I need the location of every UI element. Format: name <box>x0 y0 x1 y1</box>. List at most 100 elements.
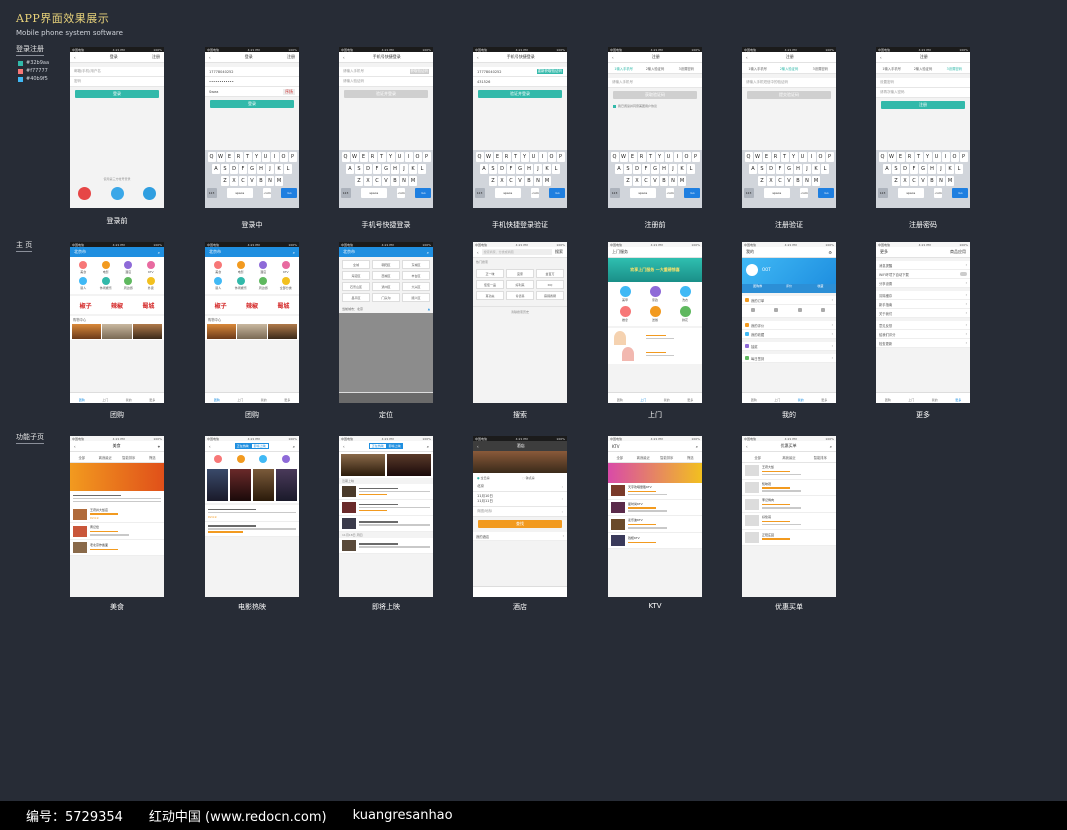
key[interactable]: I <box>941 152 950 162</box>
key[interactable]: B <box>660 176 668 186</box>
key[interactable]: P <box>825 152 834 162</box>
key[interactable]: V <box>382 176 390 186</box>
settings-row[interactable]: 消息提醒 › <box>876 261 970 270</box>
key[interactable]: L <box>284 164 292 174</box>
key[interactable]: C <box>776 176 784 186</box>
filter-item[interactable]: 全部 <box>742 455 773 460</box>
order-icon[interactable] <box>774 308 779 312</box>
search-icon[interactable]: ⌕ <box>293 444 295 449</box>
key[interactable]: I <box>270 152 279 162</box>
filter-item[interactable]: 离我最近 <box>632 455 656 460</box>
key[interactable]: B <box>794 176 802 186</box>
tab-groupbuy[interactable]: 团购 <box>742 393 766 403</box>
key[interactable]: P <box>288 152 297 162</box>
tab-mine[interactable]: 我的 <box>117 393 141 403</box>
key[interactable]: N <box>937 176 945 186</box>
category-item[interactable] <box>207 455 230 464</box>
key[interactable]: K <box>812 164 820 174</box>
key[interactable]: V <box>651 176 659 186</box>
key[interactable]: A <box>480 164 488 174</box>
key[interactable]: G <box>516 164 524 174</box>
key[interactable]: W <box>619 152 628 162</box>
key[interactable]: N <box>266 176 274 186</box>
category-item[interactable]: 周边游 <box>117 277 140 290</box>
key[interactable]: Y <box>923 152 932 162</box>
district-chip[interactable]: 通州区 <box>372 282 400 291</box>
key[interactable]: Y <box>386 152 395 162</box>
category-item[interactable]: 休闲娱乐 <box>95 277 118 290</box>
filter-item[interactable]: 智能排序 <box>805 455 836 460</box>
key[interactable]: H <box>928 164 936 174</box>
shop-row[interactable]: 正阳庄园 <box>742 529 836 546</box>
key[interactable]: U <box>932 152 941 162</box>
search-icon[interactable]: ⌕ <box>830 444 832 449</box>
city-selector[interactable]: 北京市 <box>209 249 221 255</box>
tab-more[interactable]: 更多 <box>813 393 837 403</box>
key[interactable]: B <box>391 176 399 186</box>
key[interactable]: X <box>230 176 238 186</box>
tab-groupbuy[interactable]: 团购 <box>876 393 900 403</box>
key[interactable]: V <box>785 176 793 186</box>
password-field[interactable]: •••••••••••• <box>205 77 299 87</box>
hot-search-chip[interactable]: 正一味 <box>476 269 504 278</box>
district-chip[interactable]: 海淀区 <box>342 271 370 280</box>
key[interactable]: S <box>758 164 766 174</box>
key[interactable]: A <box>346 164 354 174</box>
tab-mine[interactable]: 我的 <box>252 393 276 403</box>
key[interactable]: O <box>950 152 959 162</box>
back-icon[interactable]: ‹ <box>74 444 76 449</box>
key[interactable]: J <box>534 164 542 174</box>
category-item[interactable]: 周边游 <box>252 277 275 290</box>
get-code-button[interactable]: 获取验证码 <box>409 69 429 74</box>
menu-row[interactable]: 我的评价 › <box>742 321 836 330</box>
district-chip[interactable]: 大兴区 <box>402 282 430 291</box>
agreement[interactable]: 我已阅读并同意美团用户协议 <box>608 102 702 110</box>
tab-home-service[interactable]: 上门 <box>229 393 253 403</box>
keyboard[interactable]: QWERTYUIOPASDFGHJKLZXCVBNM 123 space .com G… <box>205 150 299 208</box>
tab-now-showing[interactable]: 正在热映 <box>234 443 251 449</box>
tab-home-service[interactable]: 上门 <box>94 393 118 403</box>
key[interactable]: U <box>798 152 807 162</box>
category-item[interactable]: 丽人 <box>72 277 95 290</box>
district-chip[interactable]: 东城区 <box>402 260 430 269</box>
tab-home-service[interactable]: 上门 <box>632 393 656 403</box>
hot-search-chip[interactable]: 金百万 <box>536 269 564 278</box>
tab-coming-soon[interactable]: 即将上映 <box>250 443 269 449</box>
back-icon[interactable]: ‹ <box>74 55 76 60</box>
category-item[interactable]: 酒店 <box>117 261 140 274</box>
key[interactable]: G <box>382 164 390 174</box>
code-field[interactable]: 431526 <box>473 77 567 87</box>
keyboard[interactable]: QWERTYUIOPASDFGHJKLZXCVBNM 123 space .com G… <box>876 150 970 208</box>
tab-more[interactable]: 更多 <box>141 393 165 403</box>
mall-thumb[interactable] <box>267 324 297 339</box>
key[interactable]: A <box>615 164 623 174</box>
tab-item[interactable] <box>386 393 410 403</box>
login-button[interactable]: 登录 <box>75 90 159 98</box>
key[interactable]: Q <box>878 152 887 162</box>
category-item[interactable]: 酒店 <box>252 261 275 274</box>
key[interactable]: B <box>257 176 265 186</box>
key[interactable]: L <box>955 164 963 174</box>
tab-item[interactable] <box>339 393 363 403</box>
category-item[interactable]: 电影 <box>230 261 253 274</box>
key[interactable]: K <box>409 164 417 174</box>
shop-row[interactable]: 王府井大饭店 ¥24.9 <box>70 505 164 524</box>
tab-more[interactable]: 更多 <box>276 393 300 403</box>
movie-row[interactable] <box>339 538 433 554</box>
district-chip[interactable]: 全城 <box>342 260 370 269</box>
key[interactable]: T <box>780 152 789 162</box>
key[interactable]: G <box>919 164 927 174</box>
promo-banner[interactable]: 椒子 辣椒 蜀城 <box>205 296 299 314</box>
settings-row[interactable]: WiFi环境下自动下载 <box>876 270 970 279</box>
account-field[interactable]: 17778040252 <box>205 67 299 77</box>
filter-item[interactable]: 智能排序 <box>117 455 141 460</box>
filter-item[interactable]: 全部 <box>70 455 94 460</box>
tab-mine[interactable]: 我的 <box>923 393 947 403</box>
key[interactable]: L <box>552 164 560 174</box>
shop-row[interactable]: 知味观 <box>742 479 836 497</box>
key[interactable]: I <box>673 152 682 162</box>
key[interactable]: T <box>914 152 923 162</box>
key[interactable]: Q <box>475 152 484 162</box>
key[interactable]: M <box>543 176 551 186</box>
district-chip[interactable]: 门头沟 <box>372 293 400 302</box>
